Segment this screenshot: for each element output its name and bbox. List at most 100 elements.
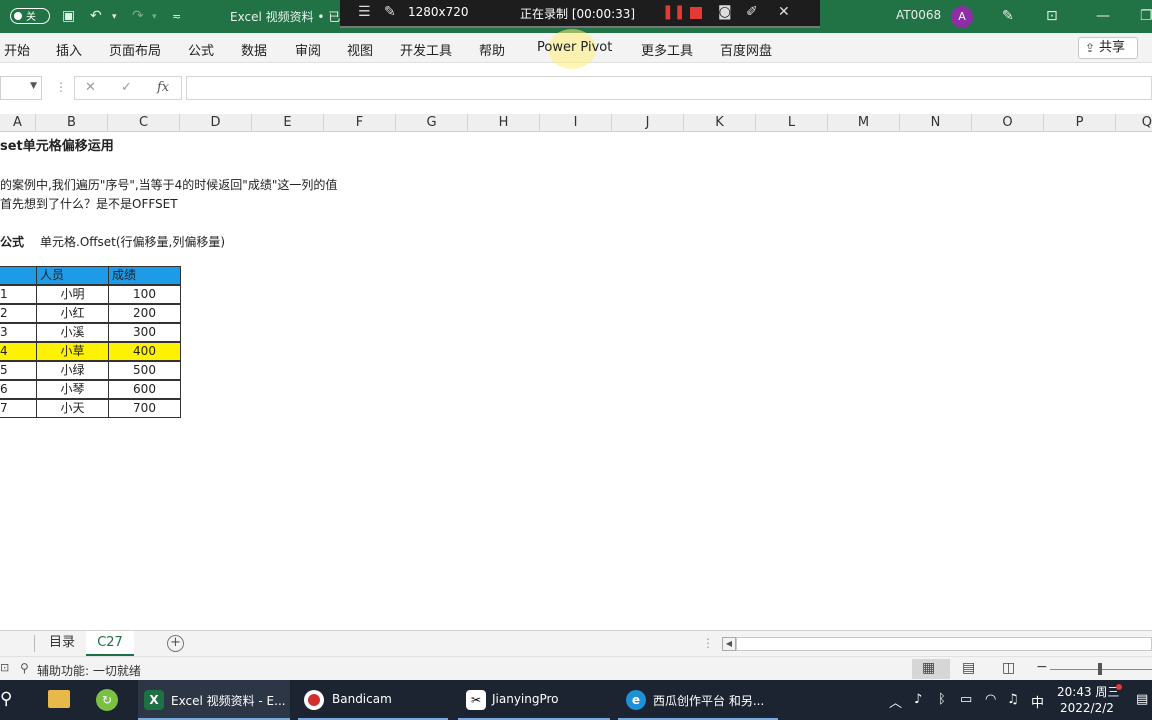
page-layout-view-icon[interactable]: ▤ bbox=[962, 660, 975, 676]
tab-power-pivot[interactable]: Power Pivot bbox=[537, 40, 612, 55]
battery-icon[interactable]: ▭ bbox=[960, 692, 972, 707]
table-cell-score[interactable]: 100 bbox=[108, 285, 181, 304]
table-header-cell[interactable]: 成绩 bbox=[108, 266, 181, 285]
table-cell-name[interactable]: 小明 bbox=[36, 285, 109, 304]
wifi-icon[interactable]: ◠ bbox=[985, 692, 996, 707]
tab-formulas[interactable]: 公式 bbox=[188, 40, 214, 59]
formula-input[interactable] bbox=[186, 76, 1152, 100]
horizontal-scrollbar[interactable] bbox=[736, 637, 1152, 651]
camera-icon[interactable]: ◙ bbox=[718, 4, 732, 20]
column-header[interactable]: D bbox=[180, 114, 252, 132]
table-cell-index[interactable]: 2 bbox=[0, 304, 37, 323]
column-header[interactable]: M bbox=[828, 114, 900, 132]
pen-icon[interactable]: ✐ bbox=[746, 4, 758, 20]
table-cell-score[interactable]: 300 bbox=[108, 323, 181, 342]
refresh-app-icon[interactable]: ↻ bbox=[96, 689, 118, 711]
column-header[interactable]: G bbox=[396, 114, 468, 132]
ribbon-display-icon[interactable]: ⊡ bbox=[1046, 8, 1058, 24]
column-header[interactable]: J bbox=[612, 114, 684, 132]
tab-insert[interactable]: 插入 bbox=[56, 40, 82, 59]
file-explorer-icon[interactable] bbox=[48, 690, 70, 708]
sheet-tab-contents[interactable]: 目录 bbox=[40, 631, 84, 656]
table-cell-name[interactable]: 小天 bbox=[36, 399, 109, 418]
table-cell-index[interactable]: 3 bbox=[0, 323, 37, 342]
tab-page-layout[interactable]: 页面布局 bbox=[109, 40, 161, 59]
column-header[interactable]: Q bbox=[1116, 114, 1152, 132]
menu-icon[interactable]: ☰ bbox=[358, 4, 371, 20]
zoom-out-icon[interactable]: − bbox=[1036, 659, 1048, 675]
clock-time[interactable]: 20:43 周三 bbox=[1057, 683, 1119, 700]
table-header-cell[interactable] bbox=[0, 266, 37, 285]
column-header[interactable]: F bbox=[324, 114, 396, 132]
column-header[interactable]: N bbox=[900, 114, 972, 132]
sheet-tab-active[interactable]: C27 bbox=[86, 631, 134, 656]
pen-draw-icon[interactable]: ✎ bbox=[1002, 8, 1014, 24]
tab-developer[interactable]: 开发工具 bbox=[400, 40, 452, 59]
autosave-toggle[interactable]: 关 bbox=[0, 6, 52, 26]
customize-toolbar-icon[interactable]: ≂ bbox=[172, 10, 181, 23]
table-cell-score-highlighted[interactable]: 400 bbox=[108, 342, 181, 361]
notifications-icon[interactable]: ▤ bbox=[1136, 692, 1148, 707]
redo-dropdown-icon[interactable]: ▾ bbox=[152, 12, 157, 22]
taskbar-edge[interactable]: e 西瓜创作平台 和另... bbox=[618, 680, 778, 720]
column-header[interactable]: L bbox=[756, 114, 828, 132]
add-sheet-icon[interactable]: + bbox=[167, 635, 184, 652]
search-icon[interactable]: ⚲ bbox=[0, 689, 12, 709]
table-cell-name[interactable]: 小红 bbox=[36, 304, 109, 323]
pause-icon[interactable]: ❚❚ bbox=[662, 4, 685, 20]
tab-home[interactable]: 开始 bbox=[4, 40, 30, 59]
minimize-icon[interactable]: — bbox=[1096, 8, 1110, 24]
table-cell-score[interactable]: 600 bbox=[108, 380, 181, 399]
undo-icon[interactable]: ↶ bbox=[90, 8, 102, 24]
table-cell-name[interactable]: 小琴 bbox=[36, 380, 109, 399]
table-header-cell[interactable]: 人员 bbox=[36, 266, 109, 285]
tab-baidu-netdisk[interactable]: 百度网盘 bbox=[720, 40, 772, 59]
chevron-down-icon[interactable]: ▼ bbox=[30, 81, 37, 91]
column-header[interactable]: C bbox=[108, 114, 180, 132]
clock-date[interactable]: 2022/2/2 bbox=[1060, 701, 1114, 715]
column-header[interactable]: K bbox=[684, 114, 756, 132]
worksheet-grid[interactable]: set单元格偏移运用 的案例中,我们遍历"序号",当等于4的时候返回"成绩"这一… bbox=[0, 132, 1152, 630]
table-cell-index[interactable]: 1 bbox=[0, 285, 37, 304]
taskbar-jianying[interactable]: ✂ JianyingPro bbox=[458, 680, 610, 720]
taskbar-bandicam[interactable]: Bandicam bbox=[298, 680, 448, 720]
scroll-left-icon[interactable]: ◀ bbox=[722, 637, 736, 651]
splitter-dots-icon[interactable]: ⋮ bbox=[702, 636, 714, 650]
bluetooth-icon[interactable]: ᛒ bbox=[938, 692, 946, 707]
cancel-icon[interactable]: ✕ bbox=[85, 80, 96, 95]
tab-more-tools[interactable]: 更多工具 bbox=[641, 40, 693, 59]
tab-review[interactable]: 审阅 bbox=[295, 40, 321, 59]
insert-function-icon[interactable]: fx bbox=[157, 80, 169, 95]
tab-data[interactable]: 数据 bbox=[241, 40, 267, 59]
tab-help[interactable]: 帮助 bbox=[479, 40, 505, 59]
column-header[interactable]: B bbox=[36, 114, 108, 132]
table-cell-index-highlighted[interactable]: 4 bbox=[0, 342, 37, 361]
column-header[interactable]: O bbox=[972, 114, 1044, 132]
share-button[interactable]: ⇪ 共享 bbox=[1078, 37, 1138, 59]
tab-view[interactable]: 视图 bbox=[347, 40, 373, 59]
close-recorder-icon[interactable]: ✕ bbox=[778, 4, 790, 20]
table-cell-score[interactable]: 200 bbox=[108, 304, 181, 323]
stop-icon[interactable] bbox=[690, 7, 702, 19]
restore-icon[interactable]: ❐ bbox=[1140, 8, 1152, 24]
column-header[interactable]: E bbox=[252, 114, 324, 132]
tray-chevron-up-icon[interactable]: ︿ bbox=[889, 692, 902, 711]
column-header[interactable]: H bbox=[468, 114, 540, 132]
accessibility-status[interactable]: 辅助功能: 一切就绪 bbox=[37, 662, 141, 679]
save-icon[interactable]: ▣ bbox=[62, 8, 75, 24]
table-cell-score[interactable]: 700 bbox=[108, 399, 181, 418]
volume-icon[interactable]: ♫ bbox=[1007, 692, 1019, 707]
table-cell-index[interactable]: 5 bbox=[0, 361, 37, 380]
name-box[interactable]: ▼ bbox=[0, 76, 42, 100]
pin-icon[interactable]: ✎ bbox=[384, 4, 396, 20]
column-header[interactable]: P bbox=[1044, 114, 1116, 132]
table-cell-name[interactable]: 小溪 bbox=[36, 323, 109, 342]
column-header[interactable]: I bbox=[540, 114, 612, 132]
ime-indicator[interactable]: 中 bbox=[1031, 692, 1044, 711]
confirm-icon[interactable]: ✓ bbox=[121, 80, 132, 95]
table-cell-score[interactable]: 500 bbox=[108, 361, 181, 380]
table-cell-index[interactable]: 7 bbox=[0, 399, 37, 418]
microphone-icon[interactable]: ♪ bbox=[914, 692, 922, 707]
table-cell-index[interactable]: 6 bbox=[0, 380, 37, 399]
column-header[interactable]: A bbox=[0, 114, 36, 132]
